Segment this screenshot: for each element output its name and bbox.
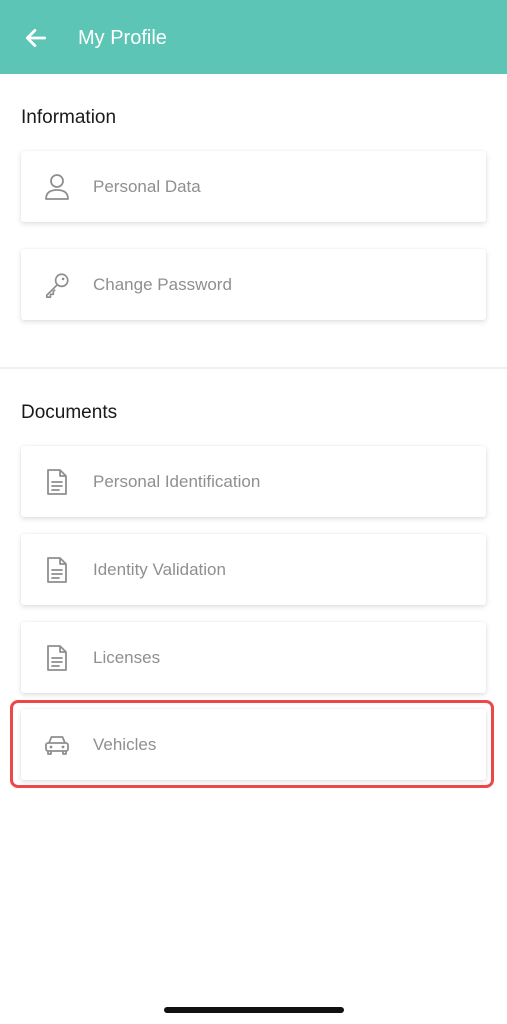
menu-item-change-password[interactable]: Change Password	[21, 249, 486, 320]
highlight-box	[10, 700, 494, 788]
app-bar: My Profile	[0, 0, 507, 74]
home-indicator	[164, 1007, 344, 1013]
section-divider	[0, 367, 507, 369]
section-title-documents: Documents	[21, 402, 118, 423]
section-title-information: Information	[21, 107, 117, 128]
menu-item-personal-data[interactable]: Personal Data	[21, 151, 486, 222]
menu-item-identity-validation[interactable]: Identity Validation	[21, 534, 486, 605]
document-icon	[43, 644, 71, 672]
menu-item-licenses[interactable]: Licenses	[21, 622, 486, 693]
menu-item-label: Licenses	[93, 647, 161, 667]
page-title: My Profile	[78, 27, 167, 49]
document-icon	[43, 556, 71, 584]
back-button[interactable]	[22, 24, 50, 52]
menu-item-label: Personal Data	[93, 176, 201, 196]
menu-item-label: Change Password	[93, 274, 232, 294]
document-icon	[43, 468, 71, 496]
person-icon	[43, 173, 71, 201]
menu-item-personal-identification[interactable]: Personal Identification	[21, 446, 486, 517]
menu-item-label: Personal Identification	[93, 471, 261, 491]
arrow-left-icon	[25, 29, 47, 47]
menu-item-label: Identity Validation	[93, 559, 226, 579]
key-icon	[43, 271, 71, 299]
